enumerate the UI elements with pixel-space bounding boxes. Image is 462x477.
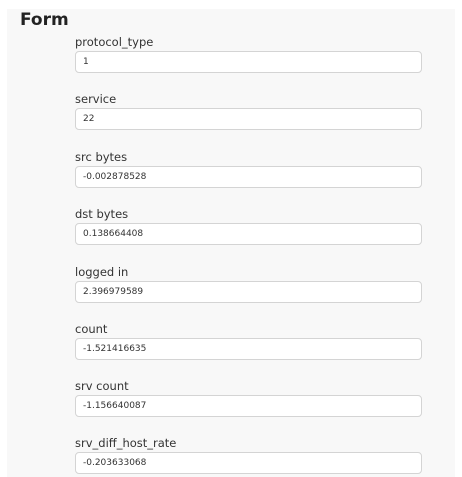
- field-label-srv-diff-host-rate: srv_diff_host_rate: [75, 436, 177, 450]
- protocol-type-input[interactable]: [75, 51, 422, 73]
- count-input[interactable]: [75, 338, 422, 360]
- field-label-count: count: [75, 322, 108, 336]
- dst-bytes-input[interactable]: [75, 223, 422, 245]
- form-title: Form: [20, 10, 69, 30]
- srv-diff-host-rate-input[interactable]: [75, 452, 422, 474]
- field-label-src-bytes: src bytes: [75, 150, 128, 164]
- logged-in-input[interactable]: [75, 281, 422, 303]
- srv-count-input[interactable]: [75, 395, 422, 417]
- src-bytes-input[interactable]: [75, 166, 422, 188]
- field-label-logged-in: logged in: [75, 265, 129, 279]
- field-label-dst-bytes: dst bytes: [75, 207, 129, 221]
- field-label-protocol-type: protocol_type: [75, 35, 154, 49]
- field-label-service: service: [75, 92, 117, 106]
- service-input[interactable]: [75, 108, 422, 130]
- form-panel: Form protocol_type service src bytes dst…: [7, 9, 455, 477]
- field-label-srv-count: srv count: [75, 379, 129, 393]
